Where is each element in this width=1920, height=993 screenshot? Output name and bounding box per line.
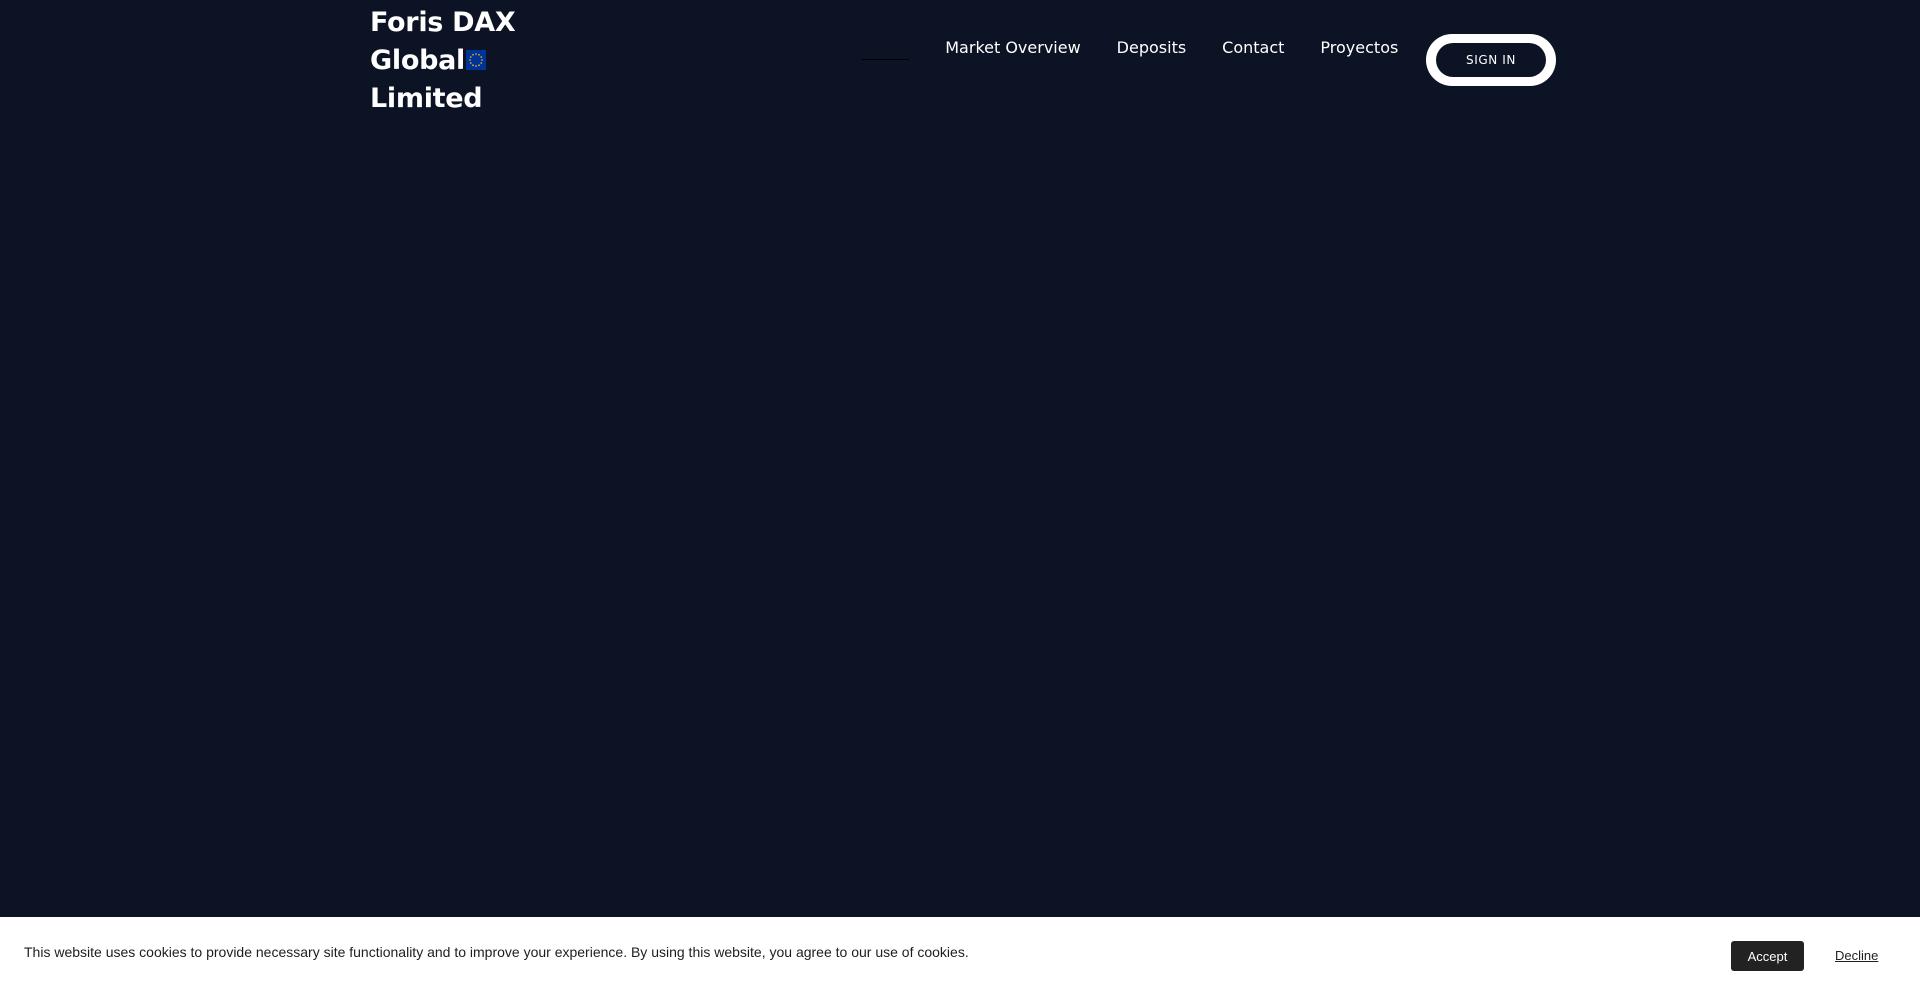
nav-item-market-overview[interactable]: Market Overview	[945, 36, 1080, 60]
main-nav: Home Market Overview Deposits Contact Pr…	[862, 36, 1398, 60]
logo-line-2: Global	[370, 45, 465, 76]
logo-line-1: Foris DAX	[370, 7, 516, 38]
nav-item-contact[interactable]: Contact	[1222, 36, 1284, 60]
sign-in-wrapper[interactable]: SIGN IN	[1426, 34, 1556, 86]
site-header: Foris DAX Global Limited Home Market Ove…	[0, 0, 1920, 120]
logo-line-3: Limited	[370, 83, 483, 114]
nav-item-proyectos[interactable]: Proyectos	[1320, 36, 1398, 60]
decline-cookies-link[interactable]: Decline	[1835, 947, 1878, 965]
cookie-banner: This website uses cookies to provide nec…	[0, 917, 1920, 993]
accept-cookies-button[interactable]: Accept	[1731, 941, 1804, 971]
sign-in-button[interactable]: SIGN IN	[1436, 43, 1546, 77]
page: Foris DAX Global Limited Home Market Ove…	[0, 0, 1920, 993]
cookie-message: This website uses cookies to provide nec…	[24, 944, 969, 960]
nav-item-deposits[interactable]: Deposits	[1117, 36, 1187, 60]
nav-item-home[interactable]: Home	[862, 37, 910, 60]
site-logo[interactable]: Foris DAX Global Limited	[370, 4, 530, 118]
eu-flag-icon	[465, 43, 486, 70]
